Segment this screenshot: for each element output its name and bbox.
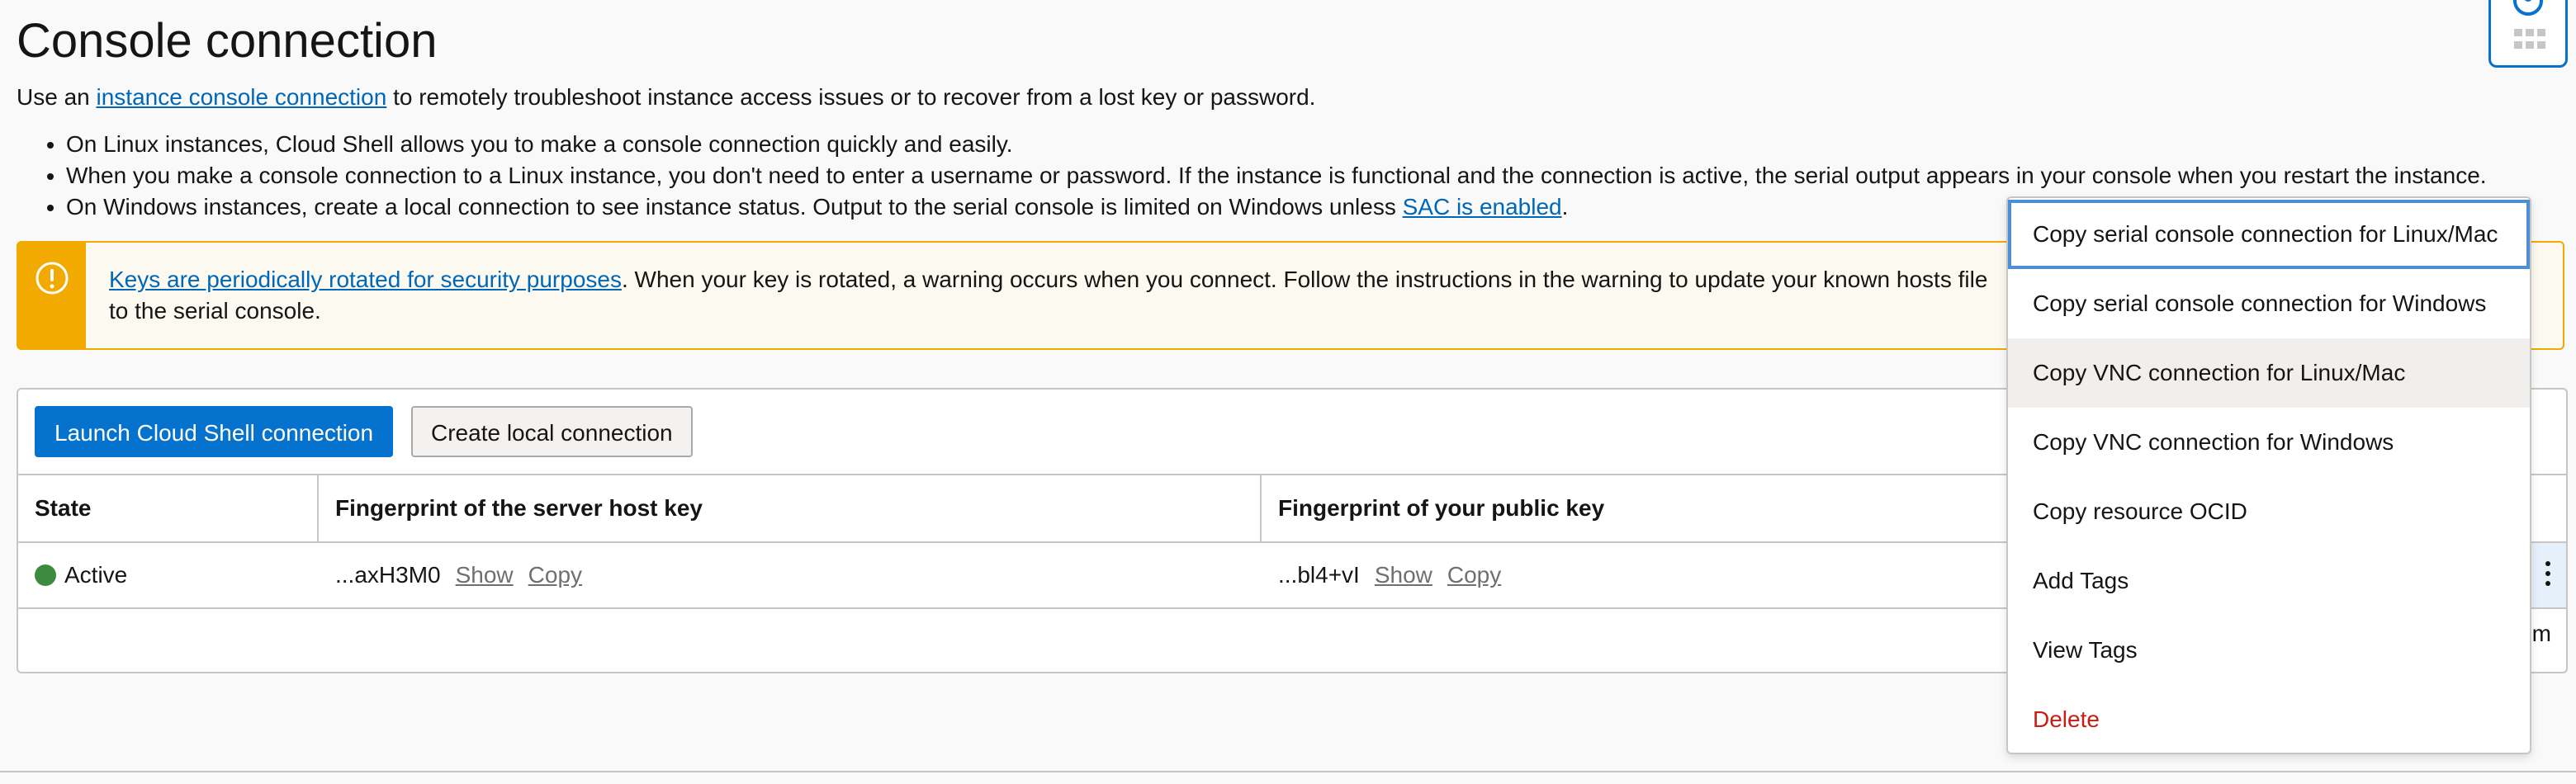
copy-server-fingerprint-link[interactable]: Copy [528, 562, 582, 588]
create-local-connection-button[interactable]: Create local connection [411, 406, 693, 457]
alert-stripe [18, 243, 86, 348]
state-cell: Active [35, 543, 127, 607]
show-server-fingerprint-link[interactable]: Show [456, 562, 514, 588]
column-header-public-fingerprint[interactable]: Fingerprint of your public key [1278, 475, 1604, 541]
alert-text: . When your key is rotated, a warning oc… [621, 267, 1988, 292]
key-rotation-link[interactable]: Keys are periodically rotated for securi… [109, 267, 622, 292]
column-header-server-fingerprint[interactable]: Fingerprint of the server host key [335, 475, 703, 541]
bullet-text: On Windows instances, create a local con… [66, 194, 1403, 220]
kebab-menu-icon [2545, 561, 2551, 589]
column-divider [1260, 475, 1262, 541]
instance-console-connection-link[interactable]: instance console connection [97, 84, 387, 110]
show-public-fingerprint-link[interactable]: Show [1375, 562, 1432, 588]
menu-item-view-tags[interactable]: View Tags [2008, 616, 2530, 685]
copy-public-fingerprint-link[interactable]: Copy [1447, 562, 1501, 588]
menu-item-copy-vnc-linux[interactable]: Copy VNC connection for Linux/Mac [2008, 338, 2530, 408]
alert-text-continued: to the serial console. [109, 298, 321, 324]
public-fingerprint-cell: ...bl4+vI Show Copy [1278, 543, 1501, 607]
page-title: Console connection [17, 14, 438, 68]
intro-after: to remotely troubleshoot instance access… [386, 84, 1316, 110]
row-actions-button[interactable] [2528, 543, 2566, 607]
column-header-state[interactable]: State [35, 475, 91, 541]
column-divider [317, 475, 319, 541]
menu-item-add-tags[interactable]: Add Tags [2008, 546, 2530, 616]
table-footer-text: m [2531, 621, 2551, 646]
server-fingerprint-cell: ...axH3M0 Show Copy [335, 543, 582, 607]
sac-enabled-link[interactable]: SAC is enabled [1403, 194, 1562, 220]
menu-item-copy-serial-windows[interactable]: Copy serial console connection for Windo… [2008, 269, 2530, 338]
intro-before: Use an [17, 84, 97, 110]
active-status-icon [35, 564, 56, 586]
menu-item-copy-ocid[interactable]: Copy resource OCID [2008, 477, 2530, 546]
bullet-item: When you make a console connection to a … [66, 160, 2487, 191]
intro-text: Use an instance console connection to re… [17, 81, 1315, 114]
warning-icon [36, 262, 69, 295]
profile-button[interactable] [2488, 0, 2568, 68]
page-divider [0, 771, 2576, 772]
public-fingerprint-value: ...bl4+vI [1278, 562, 1360, 588]
bullet-text: . [1561, 194, 1569, 220]
state-label: Active [64, 562, 128, 588]
bullet-item: On Linux instances, Cloud Shell allows y… [66, 129, 2487, 160]
row-actions-menu: Copy serial console connection for Linux… [2006, 196, 2531, 754]
apps-grid-icon [2514, 29, 2545, 49]
menu-item-delete[interactable]: Delete [2008, 685, 2530, 754]
menu-item-copy-vnc-windows[interactable]: Copy VNC connection for Windows [2008, 408, 2530, 477]
menu-item-copy-serial-linux[interactable]: Copy serial console connection for Linux… [2008, 200, 2530, 269]
server-fingerprint-value: ...axH3M0 [335, 562, 441, 588]
launch-cloud-shell-button[interactable]: Launch Cloud Shell connection [35, 406, 394, 457]
